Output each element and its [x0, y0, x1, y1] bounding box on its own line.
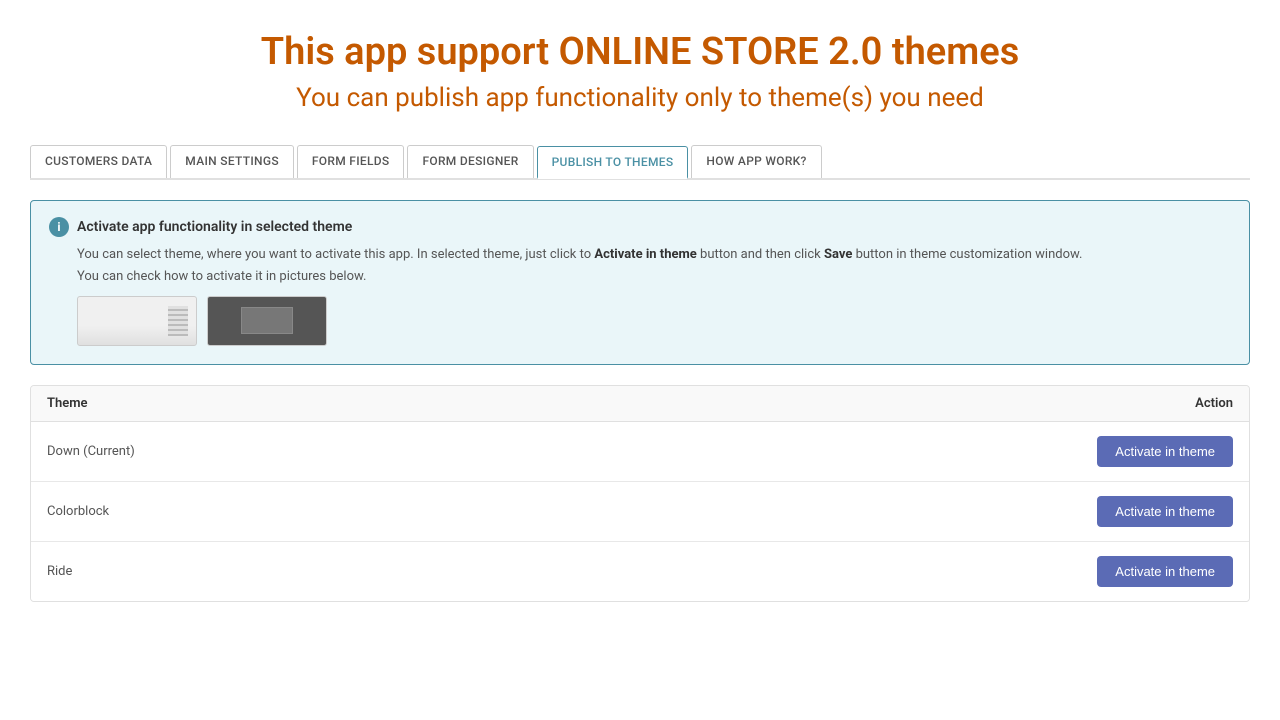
themes-table: Theme Action Down (Current) Activate in …: [30, 385, 1250, 602]
theme-name-down: Down (Current): [47, 444, 135, 459]
col-theme: Theme: [47, 396, 88, 411]
tab-form-fields[interactable]: FORM FIELDS: [297, 145, 405, 178]
tab-publish-to-themes[interactable]: PUBLISH TO THEMES: [537, 146, 689, 179]
info-text-bold2: Save: [824, 247, 852, 262]
tabs-bar: CUSTOMERS DATA MAIN SETTINGS FORM FIELDS…: [30, 145, 1250, 180]
info-text-part3: button in theme customization window.: [856, 247, 1083, 262]
info-box: i Activate app functionality in selected…: [30, 200, 1250, 365]
info-box-text: You can select theme, where you want to …: [49, 245, 1231, 265]
tab-how-app-work[interactable]: HOW APP WORK?: [691, 145, 821, 178]
page-title: This app support ONLINE STORE 2.0 themes: [30, 30, 1250, 76]
tab-main-settings[interactable]: MAIN SETTINGS: [170, 145, 294, 178]
info-text-part1: You can select theme, where you want to …: [77, 247, 594, 262]
theme-name-colorblock: Colorblock: [47, 504, 109, 519]
table-row: Colorblock Activate in theme: [31, 482, 1249, 542]
tab-customers-data[interactable]: CUSTOMERS DATA: [30, 145, 167, 178]
header-section: This app support ONLINE STORE 2.0 themes…: [30, 30, 1250, 115]
info-box-title: Activate app functionality in selected t…: [77, 219, 352, 235]
thumbnail-2: [207, 296, 327, 346]
info-box-subtext: You can check how to activate it in pict…: [49, 269, 1231, 284]
info-text-part2: button and then click: [700, 247, 824, 262]
thumbnails: [49, 296, 1231, 346]
tab-form-designer[interactable]: FORM DESIGNER: [407, 145, 533, 178]
content-area: i Activate app functionality in selected…: [30, 180, 1250, 622]
activate-down-button[interactable]: Activate in theme: [1097, 436, 1233, 467]
page-container: This app support ONLINE STORE 2.0 themes…: [0, 0, 1280, 622]
thumbnail-1: [77, 296, 197, 346]
activate-ride-button[interactable]: Activate in theme: [1097, 556, 1233, 587]
col-action: Action: [1195, 396, 1233, 411]
theme-name-ride: Ride: [47, 564, 72, 579]
table-row: Ride Activate in theme: [31, 542, 1249, 601]
table-row: Down (Current) Activate in theme: [31, 422, 1249, 482]
info-text-bold1: Activate in theme: [594, 247, 696, 262]
info-icon: i: [49, 217, 69, 237]
table-header: Theme Action: [31, 386, 1249, 422]
activate-colorblock-button[interactable]: Activate in theme: [1097, 496, 1233, 527]
info-box-header: i Activate app functionality in selected…: [49, 217, 1231, 237]
page-subtitle: You can publish app functionality only t…: [30, 82, 1250, 116]
